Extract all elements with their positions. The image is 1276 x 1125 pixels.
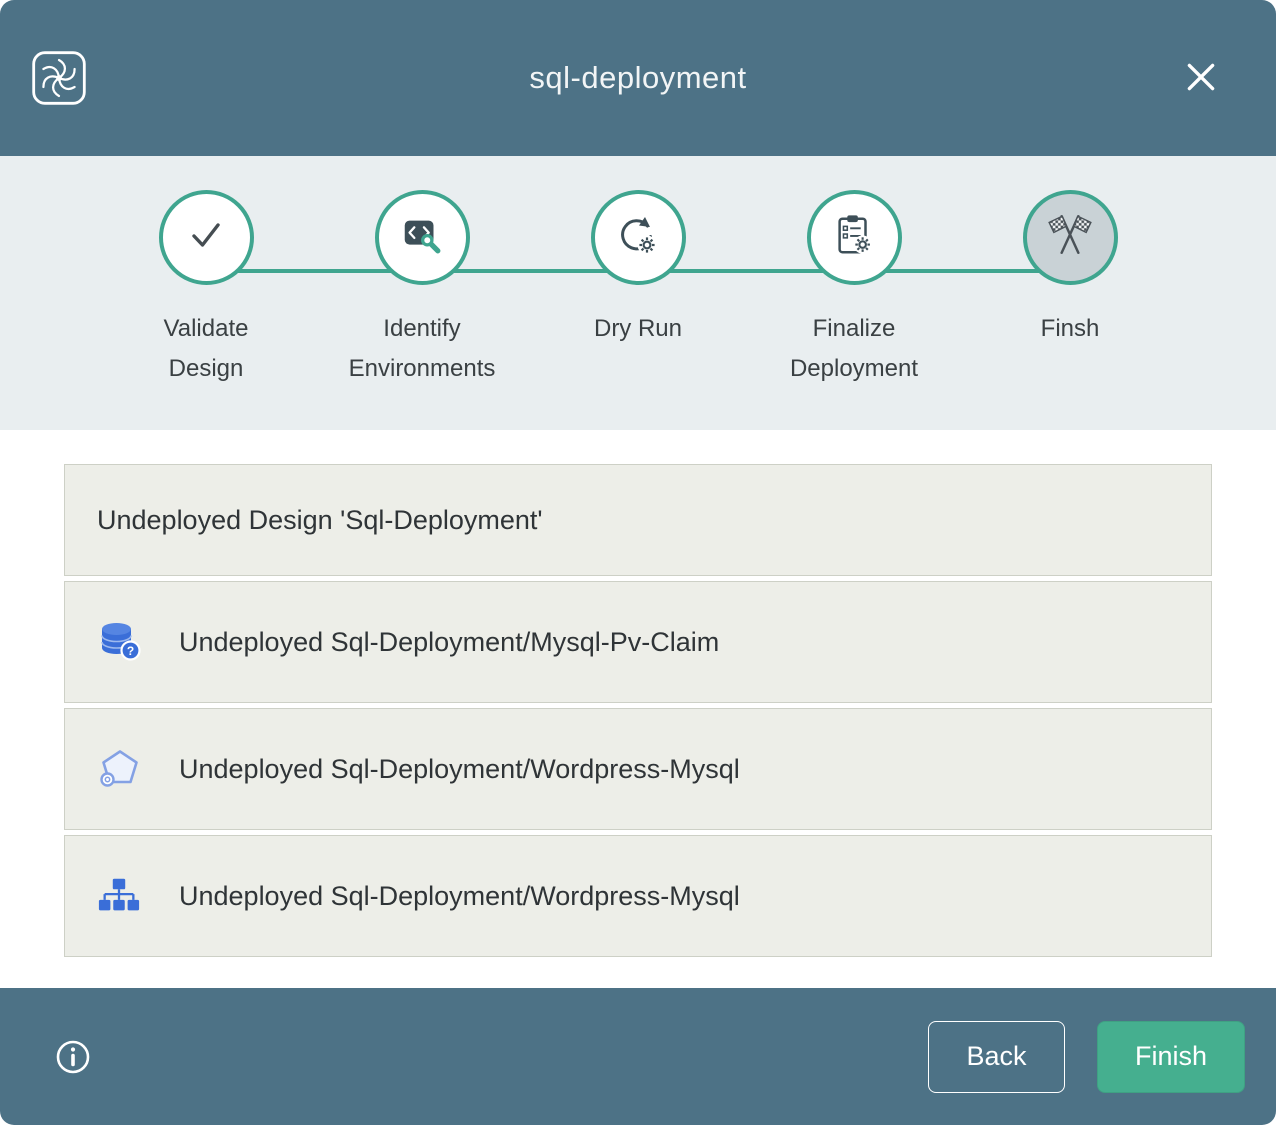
step-label: Dry Run bbox=[594, 309, 682, 349]
info-button[interactable] bbox=[55, 1039, 91, 1075]
step-dry-run[interactable]: Dry Run bbox=[530, 190, 746, 389]
step-identify-environments[interactable]: Identify Environments bbox=[314, 190, 530, 389]
step-finalize-deployment[interactable]: Finalize Deployment bbox=[746, 190, 962, 389]
step-label: Identify Environments bbox=[340, 309, 505, 389]
step-label: Finalize Deployment bbox=[772, 309, 937, 389]
content-area: Undeployed Design 'Sql-Deployment' ? Und… bbox=[0, 430, 1276, 988]
log-row-wordpress-mysql-pod: Undeployed Sql-Deployment/Wordpress-Mysq… bbox=[64, 708, 1212, 830]
sync-gear-icon bbox=[614, 211, 662, 264]
step-finsh[interactable]: Finsh bbox=[962, 190, 1178, 389]
log-row-text: Undeployed Sql-Deployment/Mysql-Pv-Claim bbox=[179, 627, 719, 658]
cloudify-logo-icon bbox=[32, 51, 86, 110]
modal-footer: Back Finish bbox=[0, 988, 1276, 1125]
step-circle bbox=[1023, 190, 1118, 285]
step-circle bbox=[807, 190, 902, 285]
close-button[interactable] bbox=[1182, 58, 1220, 96]
step-circle bbox=[159, 190, 254, 285]
close-icon bbox=[1182, 84, 1220, 99]
step-circle bbox=[375, 190, 470, 285]
back-button[interactable]: Back bbox=[928, 1021, 1065, 1093]
deployment-log-panel: Undeployed Design 'Sql-Deployment' ? Und… bbox=[64, 464, 1212, 957]
modal-header: sql-deployment bbox=[0, 0, 1276, 156]
log-row-design: Undeployed Design 'Sql-Deployment' bbox=[64, 464, 1212, 576]
step-circle bbox=[591, 190, 686, 285]
check-icon bbox=[182, 211, 230, 264]
database-icon: ? bbox=[97, 619, 145, 665]
log-row-wordpress-mysql-tree: Undeployed Sql-Deployment/Wordpress-Mysq… bbox=[64, 835, 1212, 957]
clipboard-gear-icon bbox=[831, 212, 877, 263]
log-row-mysql-pv-claim: ? Undeployed Sql-Deployment/Mysql-Pv-Cla… bbox=[64, 581, 1212, 703]
deployment-stepper: Validate Design Identify Environments bbox=[98, 156, 1178, 389]
node-tree-icon bbox=[97, 874, 145, 918]
finish-button[interactable]: Finish bbox=[1097, 1021, 1245, 1093]
step-label: Validate Design bbox=[124, 309, 289, 389]
log-row-text: Undeployed Sql-Deployment/Wordpress-Mysq… bbox=[179, 881, 740, 912]
info-icon bbox=[55, 1063, 91, 1078]
footer-buttons: Back Finish bbox=[928, 1021, 1245, 1093]
stepper-section: Validate Design Identify Environments bbox=[0, 156, 1276, 430]
step-validate-design[interactable]: Validate Design bbox=[98, 190, 314, 389]
modal-title: sql-deployment bbox=[0, 60, 1276, 96]
pod-icon bbox=[97, 746, 145, 792]
svg-text:?: ? bbox=[127, 644, 134, 658]
log-row-text: Undeployed Design 'Sql-Deployment' bbox=[97, 505, 543, 536]
code-wrench-icon bbox=[399, 212, 445, 263]
step-label: Finsh bbox=[1041, 309, 1100, 349]
deployment-wizard-modal: sql-deployment Validate Desi bbox=[0, 0, 1276, 1125]
log-row-text: Undeployed Sql-Deployment/Wordpress-Mysq… bbox=[179, 754, 740, 785]
checkered-flags-icon bbox=[1045, 210, 1095, 265]
